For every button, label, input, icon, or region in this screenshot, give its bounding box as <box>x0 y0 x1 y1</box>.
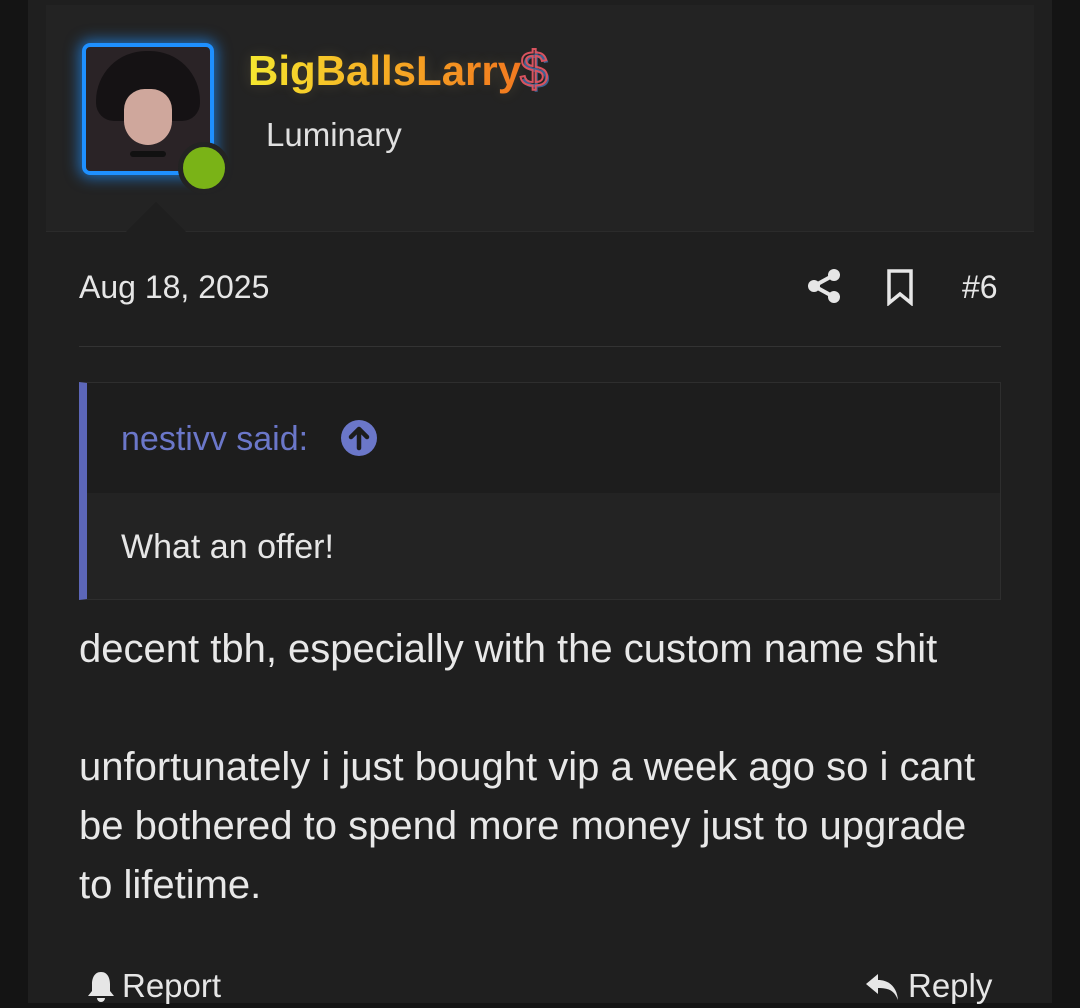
forum-post: BigBallsLarry $ Luminary Aug 18, 2025 #6… <box>28 0 1052 1004</box>
post-date[interactable]: Aug 18, 2025 <box>79 264 269 310</box>
avatar-choker <box>130 151 166 157</box>
bookmark-icon[interactable] <box>884 268 916 306</box>
quote-author[interactable]: nestivv said: <box>121 417 308 461</box>
reply-label: Reply <box>908 967 993 1004</box>
post-paragraph: unfortunately i just bought vip a week a… <box>79 745 976 907</box>
arrow-up-circle-icon[interactable] <box>340 419 378 457</box>
dollar-sign-icon: $ <box>519 40 549 98</box>
header-pointer-arrow <box>126 202 186 232</box>
avatar-face <box>124 89 172 145</box>
reply-arrow-icon <box>866 974 898 1000</box>
quote-block: nestivv said: What an offer! <box>79 382 1001 600</box>
report-button[interactable]: Report <box>86 964 221 1008</box>
divider <box>79 346 1001 347</box>
user-title: Luminary <box>266 116 402 153</box>
post-body: decent tbh, especially with the custom n… <box>79 620 1009 974</box>
post-number-link[interactable]: #6 <box>962 264 998 310</box>
post-paragraph: decent tbh, especially with the custom n… <box>79 627 938 671</box>
online-status-indicator <box>178 142 230 194</box>
quote-header: nestivv said: <box>87 383 1000 493</box>
username[interactable]: BigBallsLarry <box>248 43 521 99</box>
bell-icon <box>88 972 114 1002</box>
user-header: BigBallsLarry $ Luminary <box>46 5 1034 232</box>
report-label: Report <box>122 967 222 1004</box>
quote-text: What an offer! <box>121 528 334 566</box>
reply-button[interactable]: Reply <box>864 964 992 1008</box>
share-icon[interactable] <box>806 268 842 304</box>
